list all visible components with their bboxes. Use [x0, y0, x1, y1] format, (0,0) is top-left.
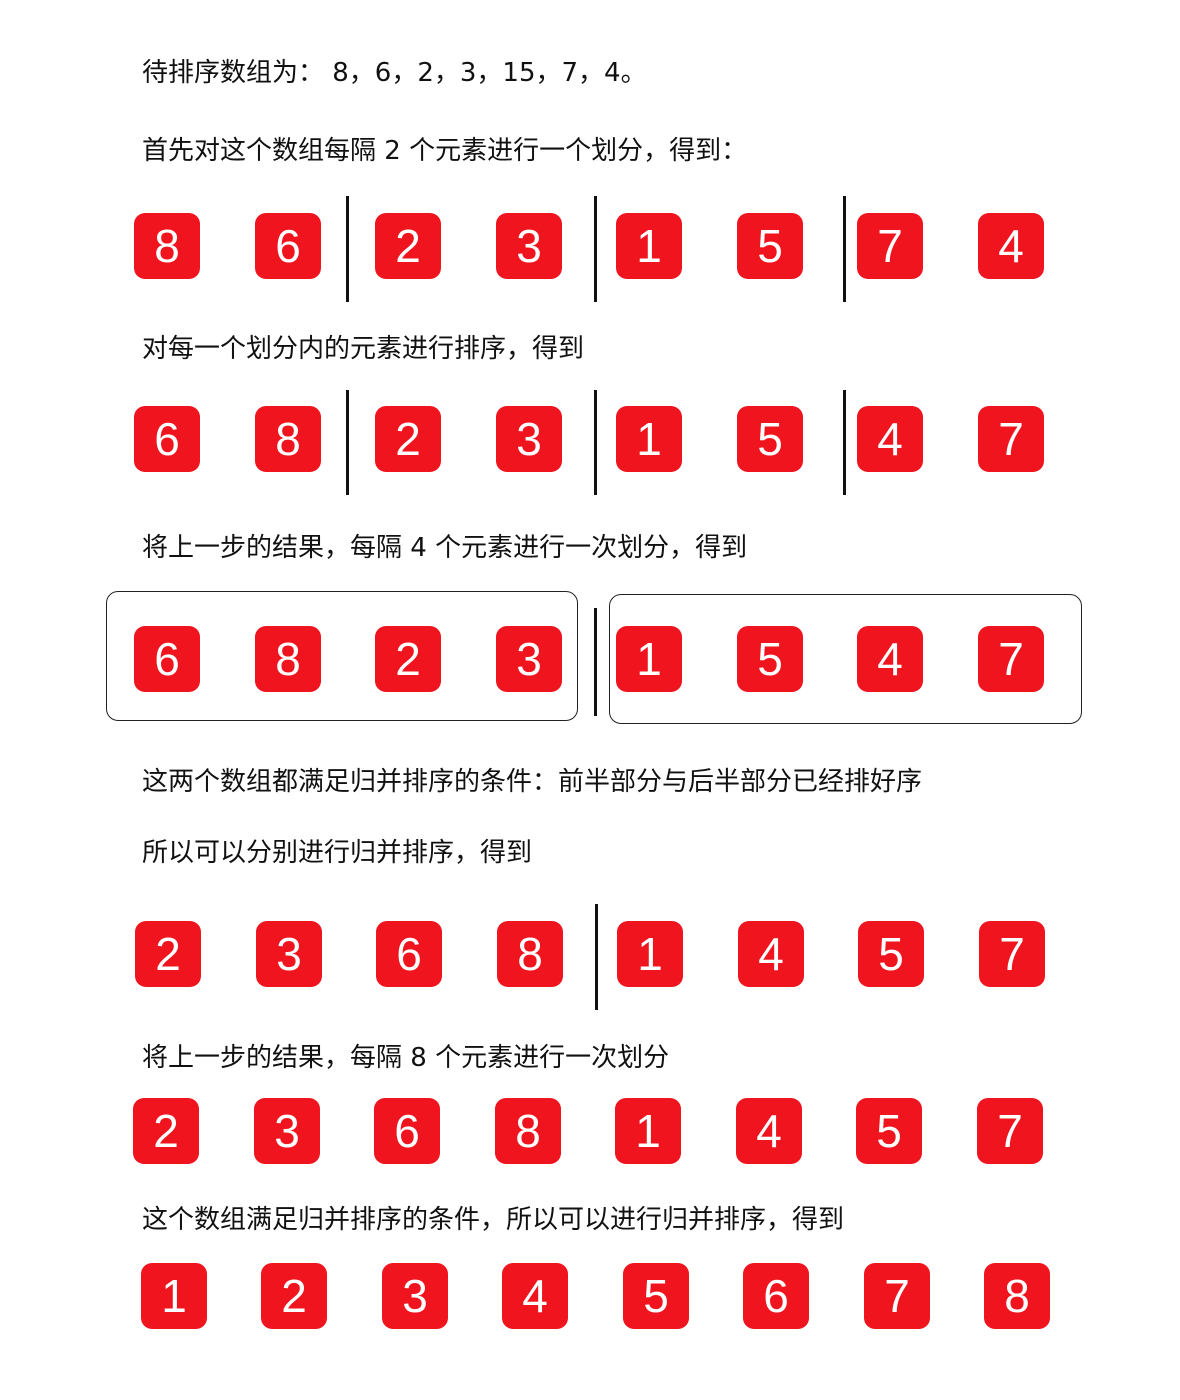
number-box: 5 — [737, 213, 803, 279]
number-box: 4 — [736, 1098, 802, 1164]
number-box: 1 — [616, 213, 682, 279]
number-box: 7 — [977, 1098, 1043, 1164]
number-box: 2 — [261, 1263, 327, 1329]
number-box: 2 — [375, 406, 441, 472]
number-box: 3 — [254, 1098, 320, 1164]
condition-text: 这两个数组都满足归并排序的条件：前半部分与后半部分已经排好序 — [142, 767, 923, 797]
number-box: 6 — [255, 213, 321, 279]
number-box: 8 — [255, 406, 321, 472]
step5-text: 将上一步的结果，每隔 8 个元素进行一次划分 — [142, 1043, 670, 1073]
number-box: 7 — [979, 921, 1045, 987]
number-box: 5 — [858, 921, 924, 987]
partition-divider — [594, 608, 597, 716]
number-box: 2 — [375, 213, 441, 279]
number-box: 4 — [738, 921, 804, 987]
number-box: 5 — [856, 1098, 922, 1164]
partition-divider — [594, 390, 597, 495]
number-box: 1 — [615, 1098, 681, 1164]
partition-divider — [595, 904, 598, 1010]
number-box: 4 — [857, 406, 923, 472]
number-box: 7 — [978, 406, 1044, 472]
number-box: 6 — [743, 1263, 809, 1329]
number-box: 3 — [496, 213, 562, 279]
number-box: 3 — [382, 1263, 448, 1329]
number-box: 1 — [141, 1263, 207, 1329]
number-box: 5 — [623, 1263, 689, 1329]
number-box: 2 — [135, 921, 201, 987]
number-box: 6 — [376, 921, 442, 987]
number-box: 4 — [978, 213, 1044, 279]
number-box: 8 — [255, 626, 321, 692]
number-box: 5 — [737, 406, 803, 472]
number-box: 2 — [133, 1098, 199, 1164]
number-box: 3 — [496, 626, 562, 692]
step3-text: 将上一步的结果，每隔 4 个元素进行一次划分，得到 — [142, 533, 748, 563]
number-box: 4 — [502, 1263, 568, 1329]
number-box: 7 — [857, 213, 923, 279]
number-box: 7 — [864, 1263, 930, 1329]
number-box: 1 — [617, 921, 683, 987]
number-box: 8 — [495, 1098, 561, 1164]
partition-divider — [843, 196, 846, 302]
number-box: 8 — [134, 213, 200, 279]
number-box: 1 — [616, 626, 682, 692]
partition-divider — [594, 196, 597, 302]
number-box: 1 — [616, 406, 682, 472]
number-box: 6 — [134, 406, 200, 472]
number-box: 6 — [374, 1098, 440, 1164]
step6-text: 这个数组满足归并排序的条件，所以可以进行归并排序，得到 — [142, 1205, 845, 1235]
number-box: 6 — [134, 626, 200, 692]
step4-text: 所以可以分别进行归并排序，得到 — [142, 838, 533, 868]
step2-text: 对每一个划分内的元素进行排序，得到 — [142, 334, 585, 364]
number-box: 4 — [857, 626, 923, 692]
number-box: 3 — [496, 406, 562, 472]
number-box: 5 — [737, 626, 803, 692]
number-box: 3 — [256, 921, 322, 987]
partition-divider — [346, 196, 349, 302]
partition-divider — [843, 390, 846, 495]
partition-divider — [346, 390, 349, 495]
number-box: 2 — [375, 626, 441, 692]
number-box: 8 — [497, 921, 563, 987]
step1-text: 首先对这个数组每隔 2 个元素进行一个划分，得到： — [142, 136, 748, 166]
number-box: 7 — [978, 626, 1044, 692]
number-box: 8 — [984, 1263, 1050, 1329]
intro-text: 待排序数组为： 8，6，2，3，15，7，4。 — [142, 58, 647, 88]
